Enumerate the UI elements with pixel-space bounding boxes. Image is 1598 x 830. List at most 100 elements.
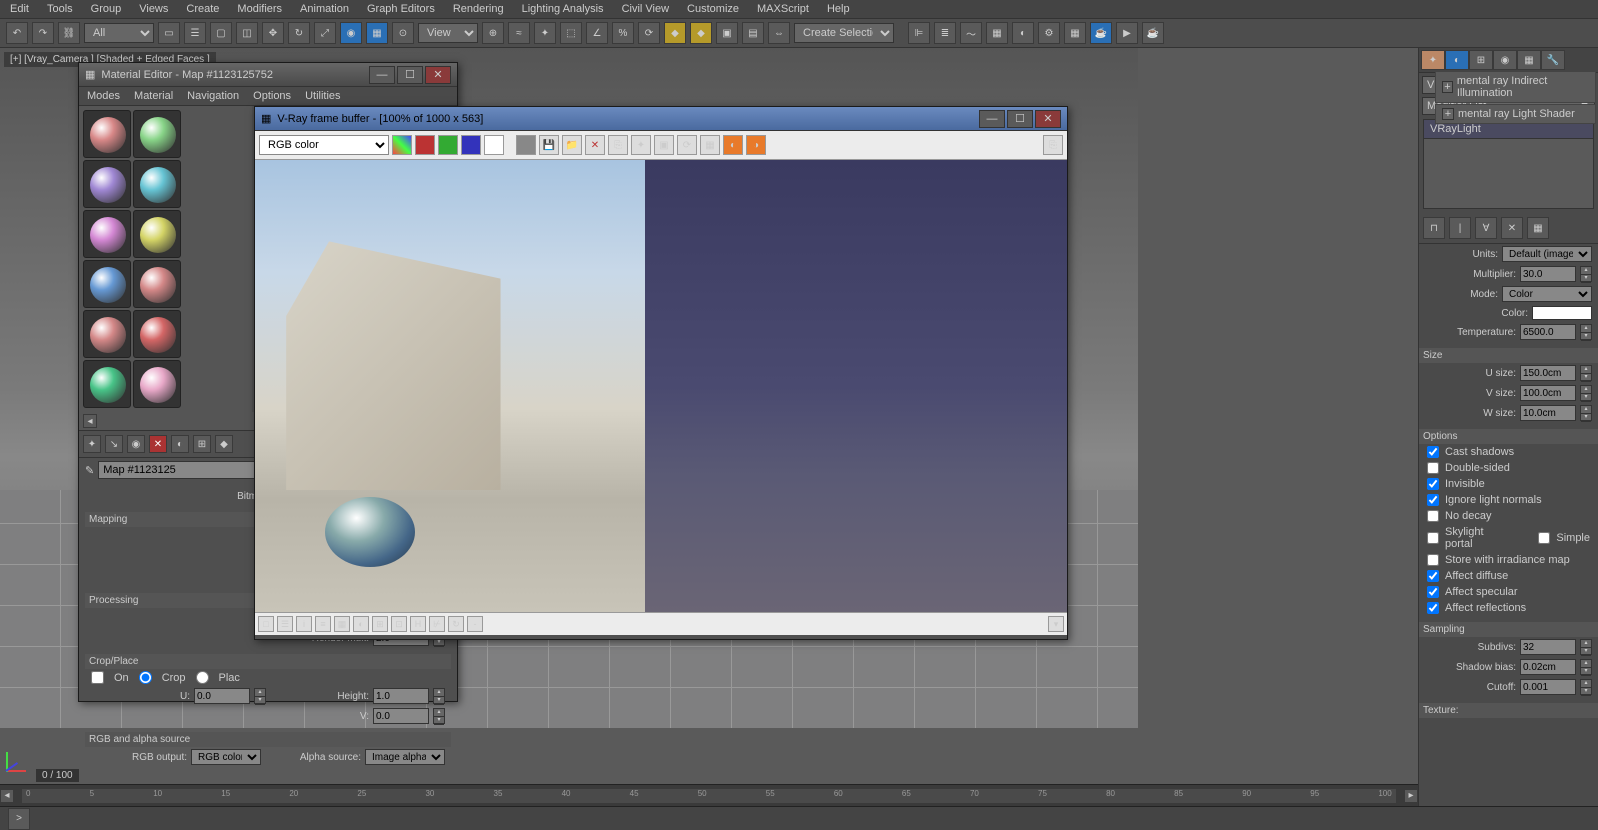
schem-icon[interactable]: ▦ [986, 22, 1008, 44]
material-slot[interactable] [83, 110, 131, 158]
rgb-icon[interactable] [392, 135, 412, 155]
mat-scroll-icon[interactable]: ◂ [83, 414, 97, 428]
option-check[interactable]: Skylight portalSimple [1419, 524, 1598, 552]
window-cross-icon[interactable]: ◫ [236, 22, 258, 44]
matmenu-options[interactable]: Options [253, 90, 291, 102]
v-field[interactable] [373, 708, 429, 724]
extra-rollout-item[interactable]: +mental ray Indirect Illumination [1435, 71, 1596, 103]
menu-maxscript[interactable]: MAXScript [757, 3, 809, 15]
render-icon[interactable]: ▶ [1116, 22, 1138, 44]
snap-icon[interactable]: ⊙ [392, 22, 414, 44]
render-view[interactable] [255, 160, 1067, 612]
option-check[interactable]: Affect reflections [1419, 600, 1598, 616]
region-icon[interactable]: ▣ [654, 135, 674, 155]
put-icon[interactable]: ↘ [105, 435, 123, 453]
time-left-icon[interactable]: ◂ [0, 789, 14, 803]
vfb-bottom-btn[interactable]: - [467, 616, 483, 632]
vfb-bottom-btn[interactable]: ⊞ [372, 616, 388, 632]
load-icon[interactable]: 📁 [562, 135, 582, 155]
assign-icon[interactable]: ◉ [127, 435, 145, 453]
utilities-tab-icon[interactable]: 🔧 [1541, 50, 1565, 70]
close-button[interactable]: ✕ [425, 66, 451, 84]
menu-edit[interactable]: Edit [10, 3, 29, 15]
e2-icon[interactable]: ◆ [690, 22, 712, 44]
vsize[interactable] [1520, 385, 1576, 401]
size-rollout[interactable]: Size [1419, 348, 1598, 363]
vfb-bottom-btn[interactable]: ⊡ [391, 616, 407, 632]
mat-title-bar[interactable]: ▦ Material Editor - Map #1123125752 — ☐ … [79, 63, 457, 87]
menu-views[interactable]: Views [139, 3, 168, 15]
eyedrop-icon[interactable]: ✎ [85, 464, 94, 477]
menu-customize[interactable]: Customize [687, 3, 739, 15]
vfb-bottom-btn[interactable]: ☰ [277, 616, 293, 632]
material-slot[interactable] [133, 360, 181, 408]
select-sim-icon[interactable]: ≈ [508, 22, 530, 44]
angle-snap-icon[interactable]: ∠ [586, 22, 608, 44]
rgb-output[interactable]: RGB color [191, 749, 261, 765]
material-slot[interactable] [133, 210, 181, 258]
layers-icon[interactable]: ≣ [934, 22, 956, 44]
temperature-field[interactable] [1520, 324, 1576, 340]
ref-coord[interactable]: View [418, 23, 478, 43]
material-slot[interactable] [133, 260, 181, 308]
option-check[interactable]: Ignore light normals [1419, 492, 1598, 508]
on-check[interactable] [91, 671, 104, 684]
render-setup-icon[interactable]: ⚙ [1038, 22, 1060, 44]
alpha-source[interactable]: Image alpha [365, 749, 445, 765]
material-slot[interactable] [133, 310, 181, 358]
material-slot[interactable] [133, 160, 181, 208]
unique-icon[interactable]: ∀ [1475, 217, 1497, 239]
create-tab-icon[interactable]: ✦ [1421, 50, 1445, 70]
select-name-icon[interactable]: ☰ [184, 22, 206, 44]
mono-icon[interactable] [516, 135, 536, 155]
time-right-icon[interactable]: ▸ [1404, 789, 1418, 803]
material-slot[interactable] [83, 260, 131, 308]
material-slot[interactable] [133, 110, 181, 158]
hierarchy-tab-icon[interactable]: ⊞ [1469, 50, 1493, 70]
modifier-stack[interactable]: VRayLight [1423, 119, 1594, 209]
pixel-icon[interactable]: ▦ [700, 135, 720, 155]
vfb-bottom-btn[interactable]: i [296, 616, 312, 632]
minimize-button[interactable]: — [979, 110, 1005, 128]
curve-ed-icon[interactable]: 〜 [960, 22, 982, 44]
vfb-bottom-btn[interactable]: ≡ [315, 616, 331, 632]
center-icon[interactable]: ⊕ [482, 22, 504, 44]
mirror-icon[interactable]: ⇔ [768, 22, 790, 44]
link-icon[interactable]: ⛓ [58, 22, 80, 44]
option-check[interactable]: Cast shadows [1419, 444, 1598, 460]
minimize-button[interactable]: — [369, 66, 395, 84]
config-icon[interactable]: ▦ [1527, 217, 1549, 239]
mat-menu[interactable]: ModesMaterialNavigationOptionsUtilities [79, 87, 457, 106]
select-icon[interactable]: ▭ [158, 22, 180, 44]
vfb-bottom-btn[interactable]: □ [258, 616, 274, 632]
pct-snap-icon[interactable]: % [612, 22, 634, 44]
crop-rollout[interactable]: Crop/Place [85, 654, 451, 669]
make-icon[interactable]: ◆ [215, 435, 233, 453]
place-radio[interactable] [196, 671, 209, 684]
vfb-bottom-btn[interactable]: ◐ [353, 616, 369, 632]
option-check[interactable]: Affect specular [1419, 584, 1598, 600]
vfb-expand-icon[interactable]: ▾ [1048, 616, 1064, 632]
cc-icon[interactable]: ◐ [723, 135, 743, 155]
texture-rollout[interactable]: Texture: [1419, 703, 1598, 718]
simple-check[interactable] [1538, 532, 1550, 544]
save-icon[interactable]: 💾 [539, 135, 559, 155]
rotate-icon[interactable]: ↻ [288, 22, 310, 44]
vfb-bottom-btn[interactable]: H [410, 616, 426, 632]
option-check[interactable]: Affect diffuse [1419, 568, 1598, 584]
lens-icon[interactable]: ◑ [746, 135, 766, 155]
color-swatch[interactable] [1532, 306, 1592, 320]
manip-icon[interactable]: ◉ [340, 22, 362, 44]
u-field[interactable] [194, 688, 250, 704]
maximize-button[interactable]: ☐ [397, 66, 423, 84]
multiplier-field[interactable] [1520, 266, 1576, 282]
matmenu-modes[interactable]: Modes [87, 90, 120, 102]
mat-side-toolbar[interactable] [234, 106, 252, 412]
blue-channel-icon[interactable] [461, 135, 481, 155]
options-rollout[interactable]: Options [1419, 429, 1598, 444]
mat-ed-icon[interactable]: ◐ [1012, 22, 1034, 44]
redo-icon[interactable]: ↷ [32, 22, 54, 44]
checkbox[interactable] [1427, 602, 1439, 614]
shadow-bias[interactable] [1520, 659, 1576, 675]
vfb-duplicate-icon[interactable]: ⎘ [1043, 135, 1063, 155]
